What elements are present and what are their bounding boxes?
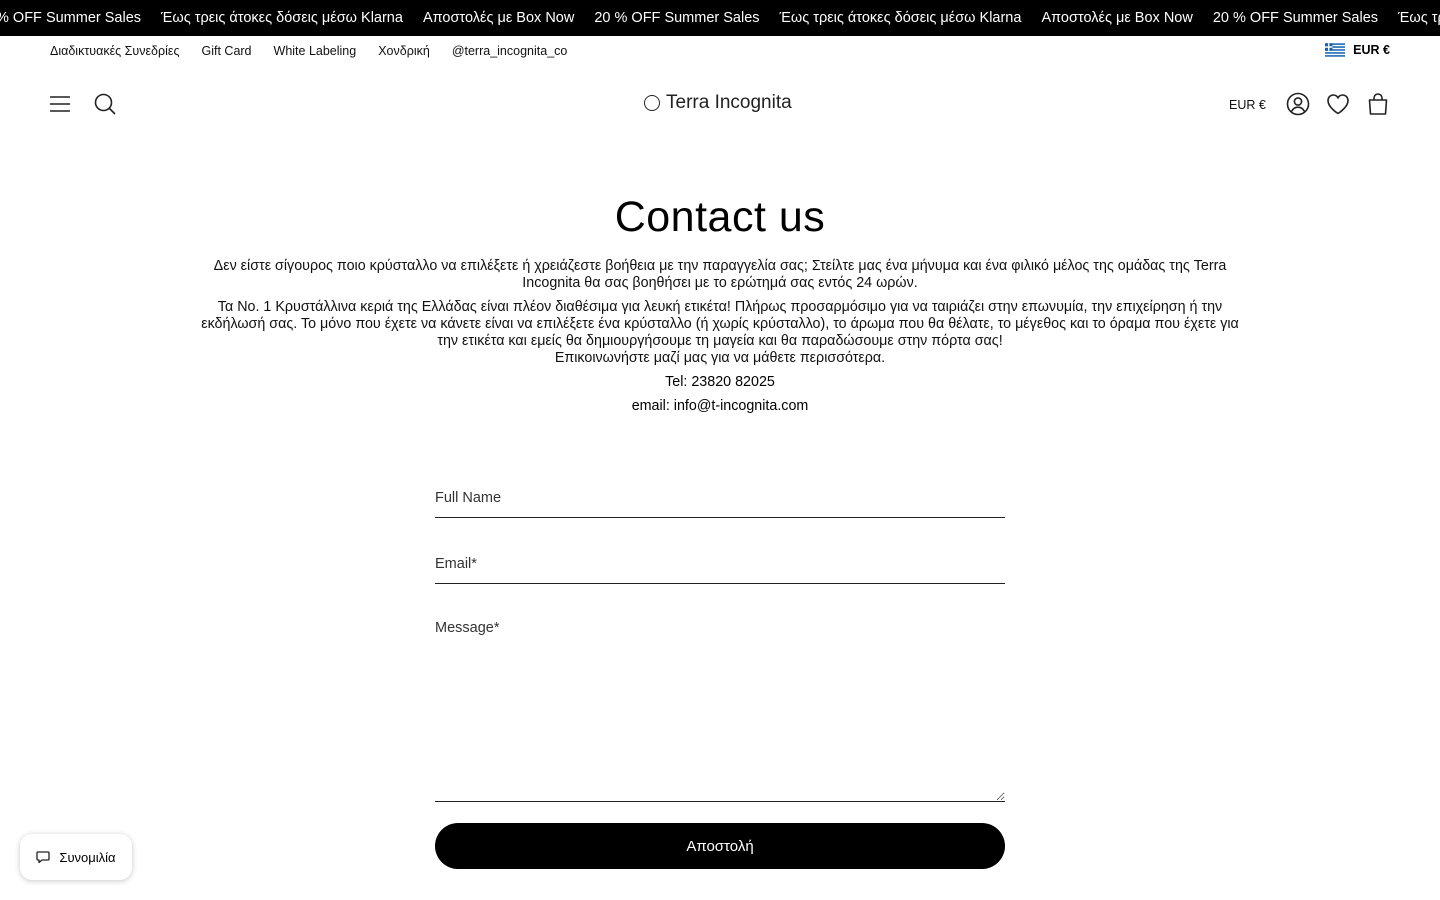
chat-label: Συνομιλία xyxy=(59,849,116,865)
page-title: Contact us xyxy=(614,193,826,241)
announcement-item: 20 % OFF Summer Sales xyxy=(1212,10,1379,26)
cart-icon xyxy=(1368,93,1388,115)
announcement-item: Αποστολές με Box Now xyxy=(1041,10,1193,26)
submit-button[interactable]: Αποστολή xyxy=(435,823,1005,869)
contact-prompt: Επικοινωνήστε μαζί μας για να μάθετε περ… xyxy=(554,350,886,366)
cart-button[interactable] xyxy=(1366,92,1390,116)
message-field[interactable] xyxy=(435,616,1005,802)
full-name-field[interactable] xyxy=(435,478,1005,518)
account-button[interactable] xyxy=(1286,92,1310,116)
site-logo[interactable]: Terra Incognita xyxy=(644,92,792,114)
currency-selector[interactable]: EUR € xyxy=(1229,98,1266,112)
announcement-bar: % OFF Summer Sales Έως τρεις άτοκες δόσε… xyxy=(0,0,1440,36)
phone-number: Tel: 23820 82025 xyxy=(665,374,775,390)
wishlist-button[interactable] xyxy=(1326,92,1350,116)
announcement-item: 20 % OFF Summer Sales xyxy=(594,10,760,26)
utility-link-gift-card[interactable]: Gift Card xyxy=(202,44,252,58)
utility-link-white-labeling[interactable]: White Labeling xyxy=(274,44,357,58)
logo-text: Terra Incognita xyxy=(666,92,792,113)
utility-link-online-sessions[interactable]: Διαδικτυακές Συνεδρίες xyxy=(50,44,180,58)
locale-selector[interactable]: EUR € xyxy=(1325,43,1390,57)
menu-icon xyxy=(50,96,70,112)
announcement-item: Έως τρεις άτοκες δόσεις μέσω Klarna xyxy=(779,10,1022,26)
email-field[interactable] xyxy=(435,544,1005,584)
contact-email: email: info@t-incognita.com xyxy=(631,398,809,414)
utility-nav: Διαδικτυακές Συνεδρίες Gift Card White L… xyxy=(50,44,567,58)
wishlist-icon xyxy=(1327,94,1349,115)
white-label-info: Τα No. 1 Κρυστάλλινα κεριά της Ελλάδας ε… xyxy=(195,299,1245,367)
announcement-item: Αποστολές με Box Now xyxy=(422,10,575,26)
site-header: Terra Incognita EUR € xyxy=(0,80,1440,132)
greek-flag-icon xyxy=(1325,43,1346,57)
announcement-item: Έως τρεις άτοκες xyxy=(1398,10,1440,26)
utility-bar: Διαδικτυακές Συνεδρίες Gift Card White L… xyxy=(0,36,1440,66)
announcement-track: % OFF Summer Sales Έως τρεις άτοκες δόσε… xyxy=(0,0,1440,36)
announcement-item: Έως τρεις άτοκες δόσεις μέσω Klarna xyxy=(161,10,403,26)
utility-link-instagram[interactable]: @terra_incognita_co xyxy=(452,44,568,58)
utility-link-wholesale[interactable]: Χονδρική xyxy=(378,44,430,58)
menu-button[interactable] xyxy=(48,92,72,116)
search-button[interactable] xyxy=(93,92,117,116)
intro-paragraph: Δεν είστε σίγουρος ποιο κρύσταλλο να επι… xyxy=(213,258,1227,291)
announcement-item: % OFF Summer Sales xyxy=(0,10,142,26)
chat-bubble-icon xyxy=(36,851,51,864)
chat-widget-button[interactable]: Συνομιλία xyxy=(20,834,132,880)
logo-circle-icon xyxy=(644,95,660,111)
white-label-paragraph: Τα No. 1 Κρυστάλλινα κεριά της Ελλάδας ε… xyxy=(201,299,1239,349)
account-icon xyxy=(1286,92,1310,116)
locale-label: EUR € xyxy=(1353,43,1390,57)
search-icon xyxy=(94,93,116,115)
